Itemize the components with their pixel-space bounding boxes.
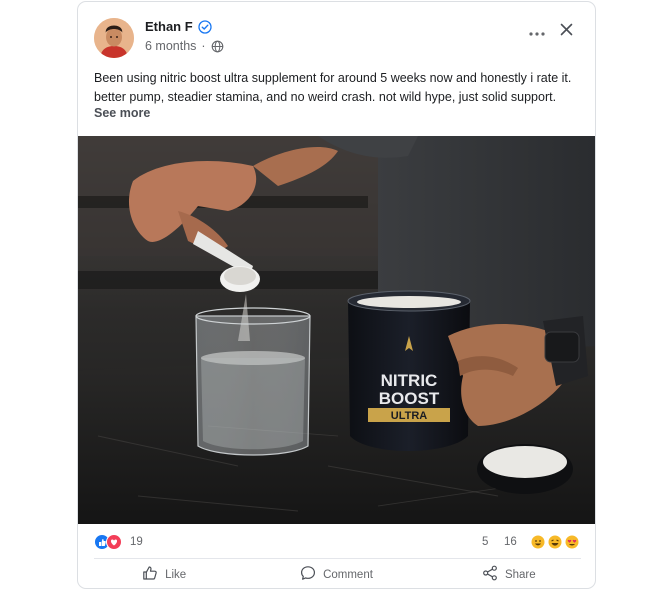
comment-count[interactable]: 5 bbox=[482, 536, 488, 548]
author-row: Ethan F bbox=[145, 19, 212, 34]
meta-separator: · bbox=[201, 39, 206, 53]
post-timestamp[interactable]: 6 months bbox=[145, 39, 196, 53]
globe-icon bbox=[211, 40, 224, 53]
more-horizontal-icon bbox=[529, 23, 545, 41]
author-name[interactable]: Ethan F bbox=[145, 19, 193, 34]
like-label: Like bbox=[165, 568, 187, 581]
comment-label: Comment bbox=[323, 568, 373, 581]
share-count[interactable]: 16 bbox=[504, 536, 517, 548]
post-header: Ethan F 6 months · bbox=[78, 2, 595, 64]
post-photo[interactable]: NITRIC BOOST ULTRA bbox=[78, 136, 595, 524]
close-button[interactable] bbox=[556, 22, 576, 42]
see-more-link[interactable]: See more bbox=[94, 106, 150, 120]
post-meta: 6 months · bbox=[145, 39, 224, 53]
post-actions: Like Comment Share bbox=[78, 559, 595, 588]
reaction-count[interactable]: 19 bbox=[130, 536, 143, 548]
more-options-button[interactable] bbox=[527, 22, 547, 42]
like-button[interactable]: Like bbox=[78, 559, 250, 588]
verified-badge-icon bbox=[198, 19, 212, 34]
post-body: Been using nitric boost ultra supplement… bbox=[94, 71, 572, 104]
share-icon bbox=[482, 565, 498, 584]
share-button[interactable]: Share bbox=[423, 559, 595, 588]
product-label-line3: ULTRA bbox=[391, 410, 428, 422]
share-label: Share bbox=[504, 568, 536, 581]
comment-bubble-icon bbox=[300, 565, 316, 584]
close-icon bbox=[560, 23, 573, 41]
avatar[interactable] bbox=[94, 18, 134, 58]
comment-button[interactable]: Comment bbox=[250, 559, 422, 588]
post-card: Ethan F 6 months · Been using nitric boo… bbox=[77, 1, 596, 589]
product-label-line2: BOOST bbox=[379, 389, 440, 408]
reactions-summary: 19 5 16 bbox=[78, 526, 595, 558]
reaction-icons[interactable] bbox=[94, 534, 124, 550]
thumbs-up-icon bbox=[142, 565, 158, 584]
emoji-reactions[interactable] bbox=[530, 534, 584, 550]
product-label-line1: NITRIC bbox=[381, 371, 438, 390]
